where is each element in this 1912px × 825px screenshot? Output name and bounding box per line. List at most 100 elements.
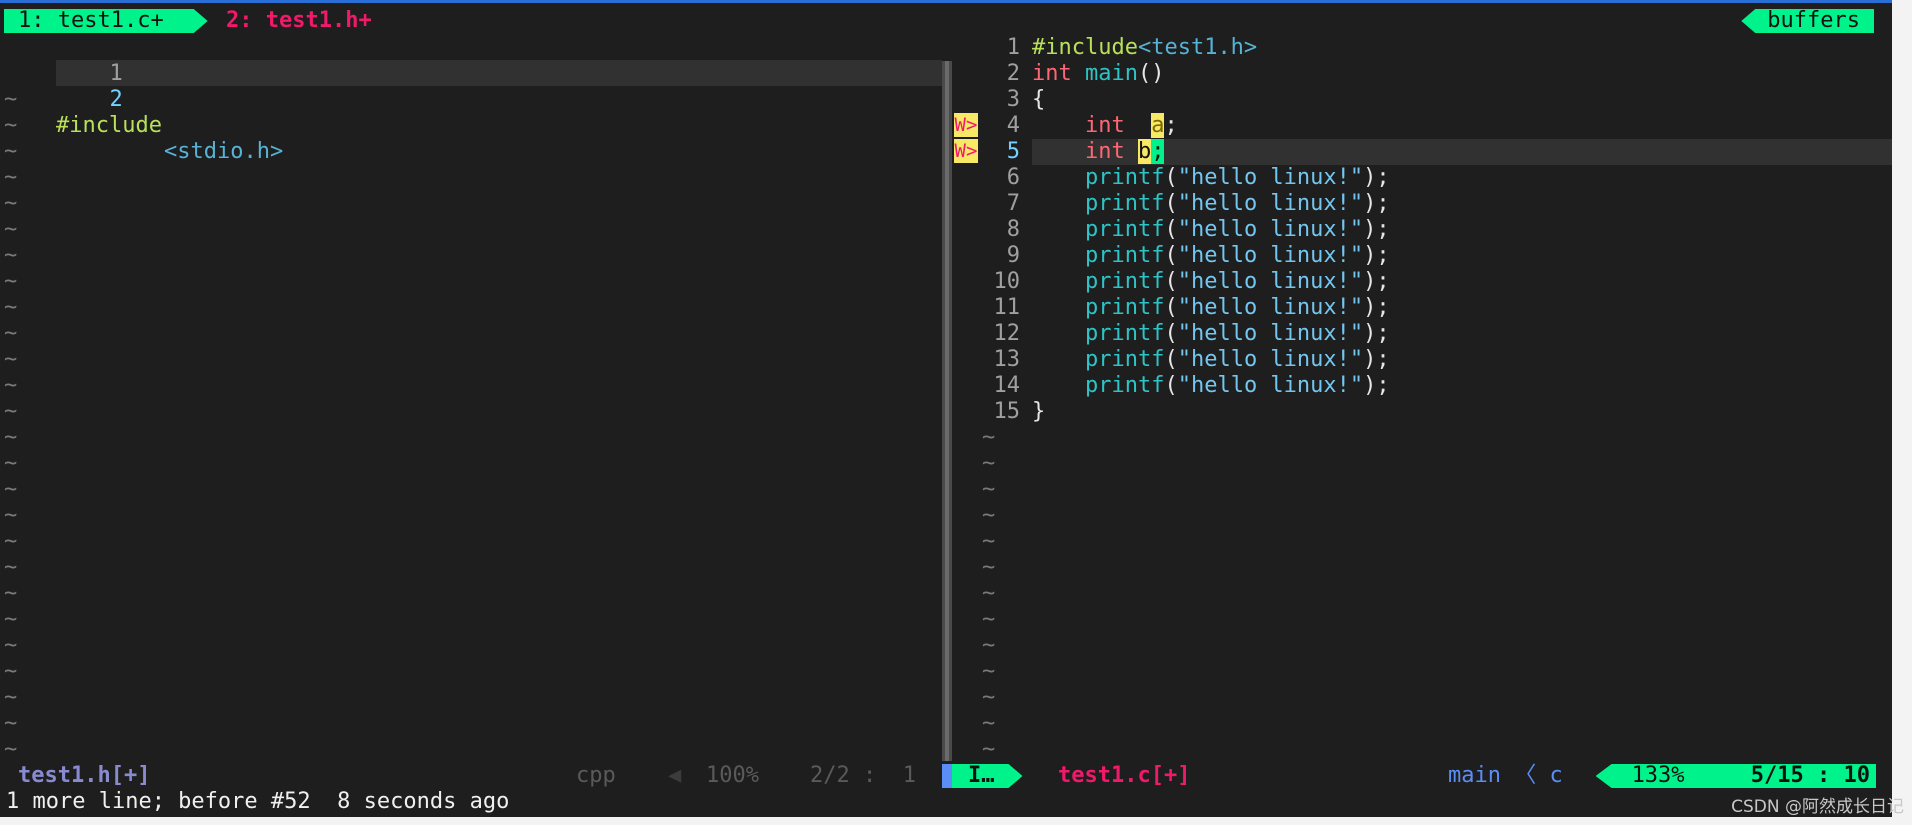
- string-literal: "hello linux!": [1177, 217, 1364, 242]
- empty-line-tilde: ~: [4, 425, 18, 450]
- printf-call: printf: [1084, 373, 1165, 398]
- empty-line-tilde: ~: [4, 269, 18, 294]
- printf-call: printf: [1084, 165, 1165, 190]
- empty-line-tilde: ~: [4, 581, 18, 606]
- command-line-message: 1 more line; before #52 8 seconds ago: [6, 789, 510, 814]
- empty-line-tilde: ~: [982, 529, 996, 554]
- empty-line-tilde: ~: [982, 451, 996, 476]
- semicolon: ;: [1164, 113, 1178, 138]
- code-line-4: int a;: [1032, 113, 1178, 139]
- empty-line-tilde: ~: [982, 555, 996, 580]
- empty-line-tilde: ~: [4, 607, 18, 632]
- mode-indicator: I…: [952, 764, 1023, 788]
- string-literal: "hello linux!": [1177, 373, 1364, 398]
- printf-statement: printf("hello linux!");: [1032, 217, 1390, 243]
- printf-call: printf: [1084, 321, 1165, 346]
- warning-sign-icon[interactable]: W>: [954, 113, 978, 137]
- variable-b: b: [1137, 139, 1152, 164]
- left-position: 2/2 : 1: [810, 763, 916, 788]
- line-number: 2: [1006, 61, 1020, 86]
- empty-line-tilde: ~: [4, 217, 18, 242]
- empty-line-tilde: ~: [982, 737, 996, 762]
- empty-line-tilde: ~: [4, 659, 18, 684]
- include-header: <stdio.h>: [164, 139, 284, 164]
- line-number: 1: [1006, 35, 1020, 60]
- empty-line-tilde: ~: [4, 295, 18, 320]
- vertical-split-separator[interactable]: [942, 61, 952, 761]
- warning-sign-icon[interactable]: W>: [954, 139, 978, 163]
- string-literal: "hello linux!": [1177, 165, 1364, 190]
- current-line-highlight: [56, 60, 942, 86]
- empty-line-tilde: ~: [4, 503, 18, 528]
- code-line-2: int main(): [1032, 61, 1164, 87]
- include-header: <test1.h>: [1137, 35, 1258, 60]
- line-number: 8: [1006, 217, 1020, 242]
- string-literal: "hello linux!": [1177, 295, 1364, 320]
- close-brace: }: [1032, 399, 1046, 424]
- printf-statement: printf("hello linux!");: [1032, 373, 1390, 399]
- open-paren: (: [1164, 295, 1178, 320]
- empty-line-tilde: ~: [982, 659, 996, 684]
- empty-line-tilde: ~: [4, 633, 18, 658]
- printf-call: printf: [1084, 217, 1165, 242]
- empty-line-tilde: ~: [4, 477, 18, 502]
- left-filetype: cpp: [576, 763, 616, 788]
- line-number: 11: [993, 295, 1021, 320]
- open-paren: (: [1164, 321, 1178, 346]
- string-literal: "hello linux!": [1177, 269, 1364, 294]
- empty-line-tilde: ~: [4, 373, 18, 398]
- printf-call: printf: [1084, 269, 1165, 294]
- variable-a: a: [1151, 113, 1165, 138]
- printf-call: printf: [1084, 243, 1165, 268]
- empty-line-tilde: ~: [4, 87, 18, 112]
- line-number: 2: [109, 87, 123, 112]
- open-paren: (: [1164, 347, 1178, 372]
- close-paren: );: [1363, 269, 1390, 294]
- function-breadcrumb: main 〈 c: [1448, 763, 1563, 788]
- string-literal: "hello linux!": [1177, 243, 1364, 268]
- tab-test1-h[interactable]: 2: test1.h+: [226, 9, 372, 33]
- close-paren: );: [1363, 295, 1390, 320]
- printf-statement: printf("hello linux!");: [1032, 165, 1390, 191]
- close-paren: );: [1363, 347, 1390, 372]
- right-position: 5/15 : 10: [1750, 763, 1870, 788]
- text-cursor[interactable]: ;: [1151, 139, 1165, 164]
- line-number: 3: [1006, 87, 1020, 112]
- empty-line-tilde: ~: [982, 607, 996, 632]
- open-paren: (: [1164, 243, 1178, 268]
- left-file-name: test1.h[+]: [18, 763, 151, 788]
- printf-call: printf: [1084, 295, 1165, 320]
- string-literal: "hello linux!": [1177, 191, 1364, 216]
- line-2: 2 #include <stdio.h>: [30, 61, 283, 164]
- open-paren: (: [1164, 217, 1178, 242]
- empty-line-tilde: ~: [982, 581, 996, 606]
- code-line-15: }: [1032, 399, 1045, 425]
- empty-line-tilde: ~: [4, 451, 18, 476]
- line-number: 14: [993, 373, 1021, 398]
- empty-line-tilde: ~: [4, 555, 18, 580]
- empty-line-tilde: ~: [4, 347, 18, 372]
- tab-test1-c[interactable]: 1: test1.c+: [4, 9, 208, 33]
- preproc-include: #include: [56, 113, 162, 138]
- preproc-include: #include: [1032, 35, 1138, 60]
- empty-line-tilde: ~: [982, 425, 996, 450]
- open-paren: (: [1164, 165, 1178, 190]
- empty-line-tilde: ~: [4, 529, 18, 554]
- empty-line-tilde: ~: [4, 139, 18, 164]
- type-keyword: int: [1084, 113, 1125, 138]
- close-paren: );: [1363, 165, 1390, 190]
- type-keyword: int: [1032, 61, 1072, 86]
- vim-statusline: test1.h[+] cpp ◀ 100% 2/2 : 1 I… test1.c…: [0, 763, 1892, 789]
- printf-statement: printf("hello linux!");: [1032, 269, 1390, 295]
- right-file-name: test1.c[+]: [1058, 763, 1191, 788]
- empty-line-tilde: ~: [982, 711, 996, 736]
- close-paren: );: [1363, 217, 1390, 242]
- csdn-watermark: CSDN @阿然成长日记: [1731, 797, 1904, 817]
- empty-line-tilde: ~: [4, 737, 18, 762]
- close-paren: );: [1363, 321, 1390, 346]
- line-number: 9: [1006, 243, 1020, 268]
- line-number: 13: [993, 347, 1021, 372]
- left-percent: 100%: [706, 763, 759, 788]
- right-percent: 133%: [1631, 763, 1685, 788]
- code-line-3: {: [1032, 87, 1045, 113]
